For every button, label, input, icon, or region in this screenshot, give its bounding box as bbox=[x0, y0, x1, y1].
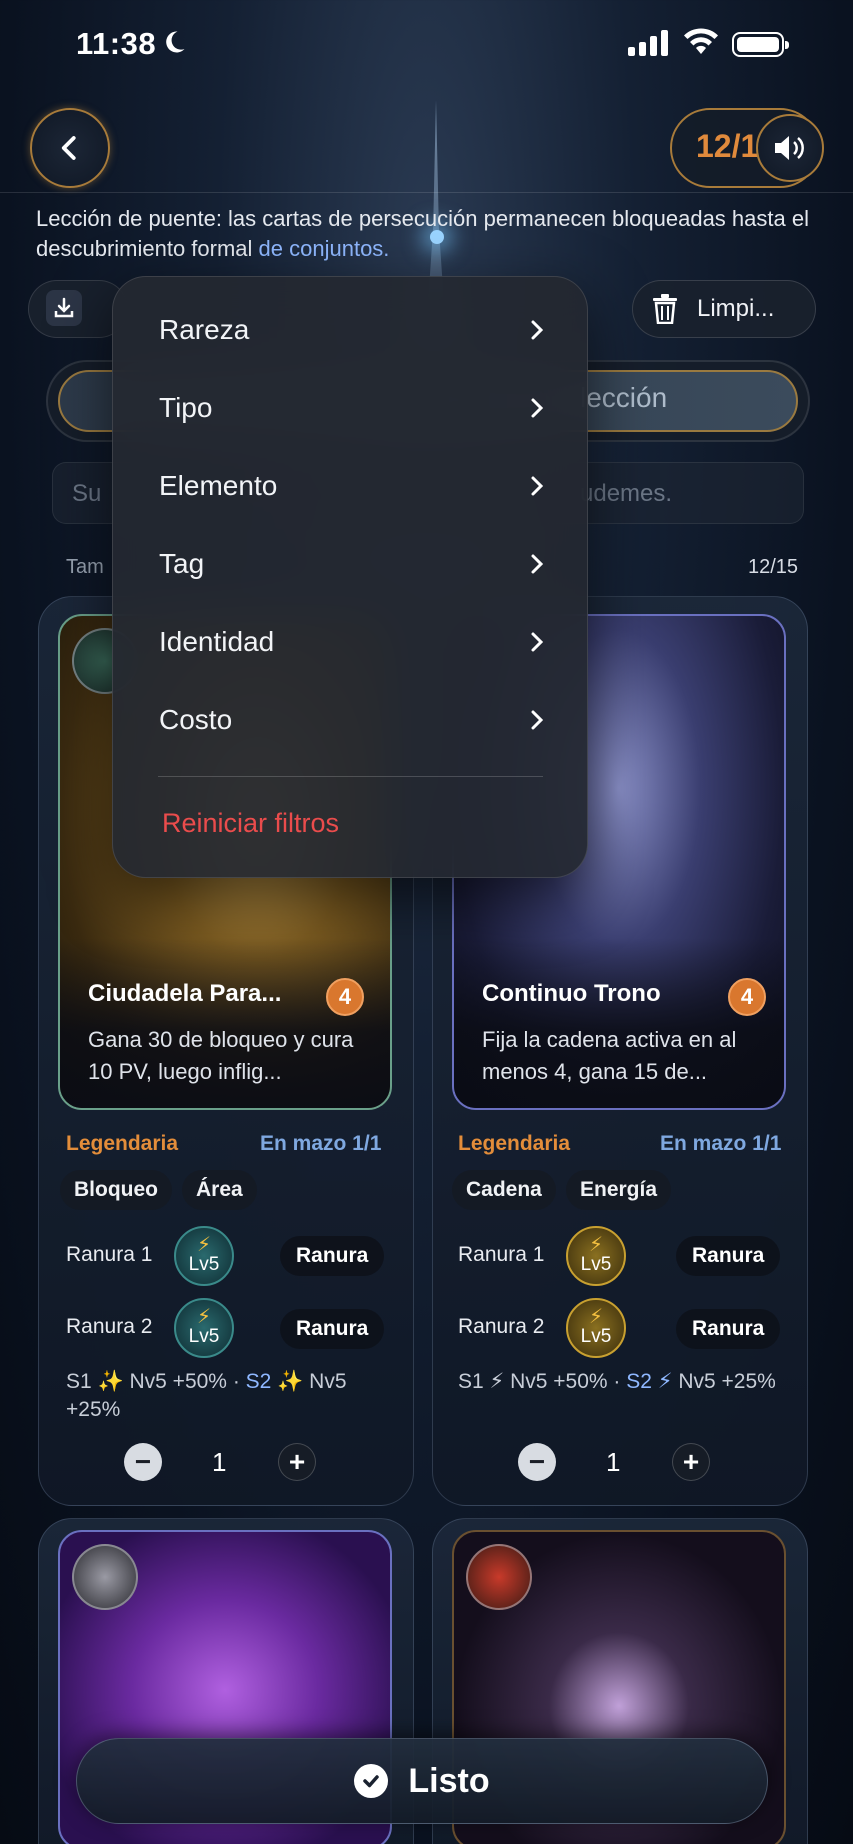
deck-counter: 12/1 bbox=[696, 128, 759, 164]
menu-item-elemento[interactable]: Elemento bbox=[113, 447, 589, 525]
bolt-icon: ⚡ bbox=[196, 1306, 212, 1328]
card-in-deck: En mazo 1/1 bbox=[260, 1132, 382, 1155]
filter-menu: Rareza Tipo Elemento Tag Identidad Costo bbox=[112, 276, 588, 878]
quantity-decrease-button[interactable]: − bbox=[518, 1443, 556, 1481]
slot-button[interactable]: Ranura bbox=[676, 1309, 781, 1349]
cost-badge: 4 bbox=[728, 978, 766, 1016]
sound-button[interactable] bbox=[756, 114, 824, 182]
wifi-icon bbox=[684, 28, 718, 54]
slot-button[interactable]: Ranura bbox=[280, 1236, 385, 1276]
header-divider bbox=[0, 192, 853, 193]
status-time: 11:38 bbox=[76, 26, 157, 61]
chevron-right-icon bbox=[531, 710, 544, 730]
menu-divider bbox=[158, 776, 543, 777]
search-placeholder-start: Su bbox=[72, 480, 102, 507]
chevron-right-icon bbox=[531, 320, 544, 340]
moon-icon bbox=[166, 31, 185, 53]
quantity-value: 1 bbox=[606, 1447, 621, 1477]
deck-size-label: Tam bbox=[66, 556, 104, 578]
menu-item-tipo[interactable]: Tipo bbox=[113, 369, 589, 447]
bolt-icon: ⚡ bbox=[588, 1306, 604, 1328]
card-tag: Cadena bbox=[452, 1170, 556, 1210]
slot-orb[interactable]: ⚡ Lv5 bbox=[174, 1226, 234, 1286]
quantity-increase-button[interactable]: + bbox=[672, 1443, 710, 1481]
back-button[interactable] bbox=[30, 108, 110, 188]
chevron-left-icon bbox=[61, 136, 76, 160]
done-label: Listo bbox=[408, 1761, 490, 1800]
chevron-right-icon bbox=[531, 476, 544, 496]
card-rarity: Legendaria bbox=[458, 1132, 571, 1155]
slot-label: Ranura 1 bbox=[458, 1243, 545, 1266]
menu-item-costo[interactable]: Costo bbox=[113, 681, 589, 759]
signal-icon bbox=[628, 30, 668, 56]
card-emblem-icon bbox=[72, 1544, 138, 1610]
cost-badge: 4 bbox=[326, 978, 364, 1016]
menu-item-rareza[interactable]: Rareza bbox=[113, 291, 589, 369]
card-description: Fija la cadena activa en al menos 4, gan… bbox=[482, 1027, 737, 1084]
slot-button[interactable]: Ranura bbox=[676, 1236, 781, 1276]
done-button[interactable]: Listo bbox=[76, 1738, 768, 1824]
menu-item-tag[interactable]: Tag bbox=[113, 525, 589, 603]
deck-size-count: 12/15 bbox=[748, 556, 799, 578]
quantity-increase-button[interactable]: + bbox=[278, 1443, 316, 1481]
bolt-icon: ⚡ bbox=[196, 1234, 212, 1256]
card-tag: Área bbox=[182, 1170, 257, 1210]
chevron-right-icon bbox=[531, 554, 544, 574]
lesson-text: Lección de puente: las cartas de persecu… bbox=[36, 206, 809, 261]
card-title: Ciudadela Para... bbox=[88, 980, 282, 1007]
skill-summary: S1 ⚡ Nv5 +50% · S2 ⚡ Nv5 +25% bbox=[458, 1370, 776, 1393]
menu-item-identidad[interactable]: Identidad bbox=[113, 603, 589, 681]
slot-orb[interactable]: ⚡ Lv5 bbox=[566, 1226, 626, 1286]
clear-label: Limpi... bbox=[697, 295, 775, 322]
battery-icon bbox=[732, 32, 789, 57]
download-icon bbox=[46, 290, 82, 326]
clear-button[interactable]: Limpi... bbox=[632, 280, 816, 338]
quantity-decrease-button[interactable]: − bbox=[124, 1443, 162, 1481]
card-tag: Energía bbox=[566, 1170, 672, 1210]
bolt-icon: ⚡ bbox=[588, 1234, 604, 1256]
slot-label: Ranura 2 bbox=[458, 1315, 545, 1338]
card-title: Continuo Trono bbox=[482, 980, 661, 1007]
search-placeholder-end: udemes. bbox=[580, 480, 673, 507]
card-rarity: Legendaria bbox=[66, 1132, 179, 1155]
checkmark-icon bbox=[354, 1764, 389, 1798]
skill-summary: S1 ✨ Nv5 +50% · S2 ✨ Nv5 +25% bbox=[66, 1370, 347, 1421]
card-emblem-icon bbox=[466, 1544, 532, 1610]
slot-orb[interactable]: ⚡ Lv5 bbox=[566, 1298, 626, 1358]
slot-label: Ranura 1 bbox=[66, 1243, 153, 1266]
collection-label: lección bbox=[580, 382, 668, 413]
reset-filters-button[interactable]: Reiniciar filtros bbox=[162, 808, 339, 839]
slot-orb[interactable]: ⚡ Lv5 bbox=[174, 1298, 234, 1358]
speaker-icon bbox=[775, 136, 804, 160]
quantity-value: 1 bbox=[212, 1447, 227, 1477]
card-description: Gana 30 de bloqueo y cura 10 PV, luego i… bbox=[88, 1027, 354, 1084]
chevron-right-icon bbox=[531, 398, 544, 418]
chevron-right-icon bbox=[531, 632, 544, 652]
slot-button[interactable]: Ranura bbox=[280, 1309, 385, 1349]
card-tag: Bloqueo bbox=[60, 1170, 172, 1210]
lesson-link[interactable]: de conjuntos. bbox=[259, 236, 390, 261]
slot-label: Ranura 2 bbox=[66, 1315, 153, 1338]
trash-icon bbox=[653, 294, 677, 324]
card-in-deck: En mazo 1/1 bbox=[660, 1132, 782, 1155]
